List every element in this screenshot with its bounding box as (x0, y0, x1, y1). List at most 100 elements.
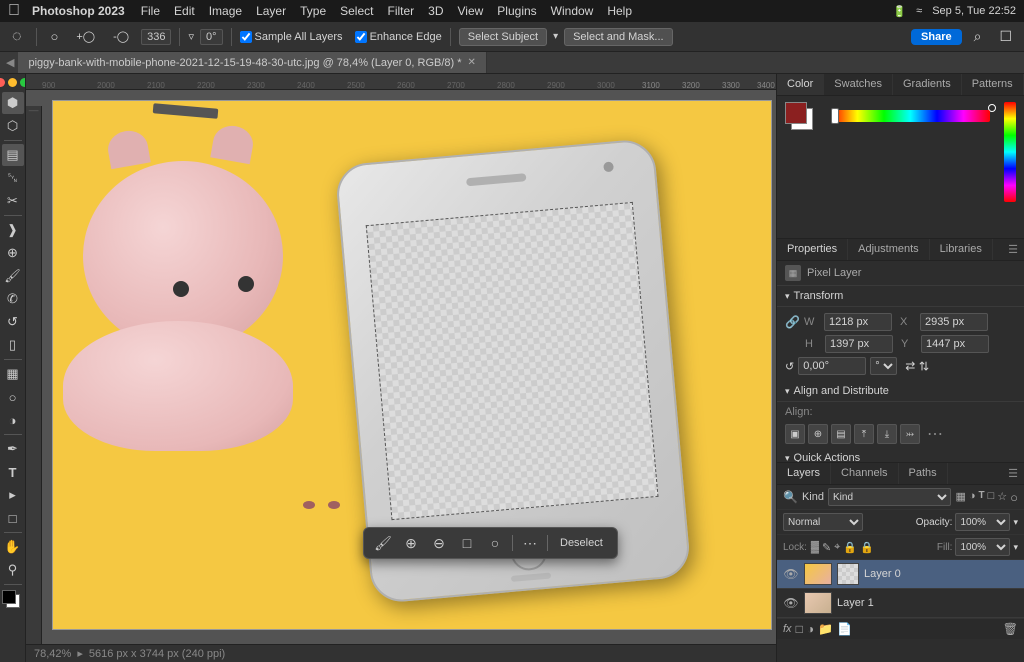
properties-tab[interactable]: Properties (777, 239, 848, 260)
hand-tool[interactable]: ✋ (2, 536, 24, 558)
quick-selection-tool[interactable]: ▤ (2, 144, 24, 166)
close-icon-tab[interactable]: ◀ (6, 56, 14, 69)
layer-1-visibility-icon[interactable]: 👁 (783, 596, 799, 610)
brush-tool[interactable]: 🖌 (2, 265, 24, 287)
healing-brush-tool[interactable]: ⊕ (2, 242, 24, 264)
menu-help[interactable]: Help (607, 4, 632, 18)
align-left-btn[interactable]: ▣ (785, 424, 805, 444)
shape-tool[interactable]: □ (2, 507, 24, 529)
flip-v-icon[interactable]: ⇄ (917, 361, 931, 371)
add-to-selection-btn[interactable]: +◯ (70, 26, 101, 48)
type-tool[interactable]: T (2, 461, 24, 483)
active-document-tab[interactable]: piggy-bank-with-mobile-phone-2021-12-15-… (18, 52, 486, 73)
menu-select[interactable]: Select (340, 4, 373, 18)
patterns-tab[interactable]: Patterns (962, 74, 1024, 95)
blur-tool[interactable]: ○ (2, 386, 24, 408)
opacity-dropdown-icon[interactable]: ▾ (1013, 517, 1018, 528)
select-subject-dropdown[interactable]: ▾ (553, 31, 558, 42)
blend-mode-select[interactable]: Normal (783, 513, 863, 531)
filter-toggle-icon[interactable]: ○ (1010, 490, 1018, 505)
image-canvas[interactable]: 🖌 ⊕ ⊖ □ ○ ⋯ Deselect (52, 100, 772, 630)
fg-bg-colors[interactable] (2, 590, 24, 612)
photoshop-canvas[interactable]: 🖌 ⊕ ⊖ □ ○ ⋯ Deselect (42, 90, 776, 644)
hue-thumb[interactable] (831, 108, 839, 124)
foreground-swatch[interactable] (785, 102, 807, 124)
menu-plugins[interactable]: Plugins (497, 4, 536, 18)
layer-item-1[interactable]: 👁 Layer 1 (777, 589, 1024, 618)
gradient-tool[interactable]: ▦ (2, 363, 24, 385)
new-layer-icon[interactable]: 📄 (837, 622, 852, 636)
quick-actions-header[interactable]: ▾ Quick Actions (777, 448, 1024, 462)
deselect-button[interactable]: Deselect (554, 535, 609, 551)
layer-0-visibility-icon[interactable]: 👁 (783, 567, 799, 581)
align-header[interactable]: ▾ Align and Distribute (777, 381, 1024, 402)
menu-file[interactable]: File (141, 4, 160, 18)
paths-tab[interactable]: Paths (899, 463, 948, 484)
y-input[interactable] (921, 335, 989, 353)
clone-stamp-tool[interactable]: ✆ (2, 288, 24, 310)
enhance-edge-check[interactable]: Enhance Edge (355, 31, 442, 43)
lock-paint-icon[interactable]: ✎ (822, 541, 831, 554)
layers-panel-options-icon[interactable]: ☰ (1002, 463, 1024, 484)
tool-selector[interactable]: ◌ (6, 26, 28, 48)
zoom-tool[interactable]: ⚲ (2, 559, 24, 581)
path-selection-tool[interactable]: ▸ (2, 484, 24, 506)
menu-3d[interactable]: 3D (428, 4, 443, 18)
menu-layer[interactable]: Layer (256, 4, 286, 18)
color-swatches[interactable] (785, 102, 817, 134)
link-chain-icon[interactable]: 🔗 (785, 315, 800, 329)
fx-button[interactable]: fx (783, 623, 792, 635)
select-subject-button[interactable]: Select Subject (459, 28, 547, 46)
rotate-input[interactable] (798, 357, 866, 375)
float-more-btn[interactable]: ⋯ (519, 532, 541, 554)
menu-image[interactable]: Image (209, 4, 242, 18)
transform-header[interactable]: ▾ Transform (777, 286, 1024, 307)
align-right-btn[interactable]: ▤ (831, 424, 851, 444)
opacity-select[interactable]: 100% (955, 513, 1010, 531)
pen-tool[interactable]: ✒ (2, 438, 24, 460)
swatches-tab[interactable]: Swatches (824, 74, 893, 95)
hue-slider[interactable] (831, 110, 990, 122)
lock-position-icon[interactable]: 🔒 (843, 541, 857, 554)
color-tab[interactable]: Color (777, 74, 824, 95)
layer-filter-select[interactable]: Kind (828, 488, 951, 506)
brush-tool-btn[interactable]: ○ (45, 26, 65, 48)
search-button[interactable]: ⌕ (968, 26, 988, 48)
filter-pixel-icon[interactable]: ▦ (955, 490, 965, 505)
eraser-tool[interactable]: ▯ (2, 334, 24, 356)
phone-screen-selection[interactable] (366, 202, 659, 520)
align-center-h-btn[interactable]: ⊕ (808, 424, 828, 444)
menu-edit[interactable]: Edit (174, 4, 195, 18)
lock-artboard-icon[interactable]: ⌖ (834, 541, 840, 554)
menu-window[interactable]: Window (551, 4, 594, 18)
filter-smart-icon[interactable]: ☆ (997, 490, 1007, 505)
apple-menu[interactable]:  (8, 2, 20, 20)
align-bottom-btn[interactable]: ⤔ (900, 424, 920, 444)
layers-tab[interactable]: Layers (777, 463, 831, 484)
height-input[interactable] (825, 335, 893, 353)
layer-item-0[interactable]: 👁 Layer 0 (777, 560, 1024, 589)
rotate-unit-select[interactable]: ° (870, 357, 897, 375)
arrange-button[interactable]: ☐ (993, 26, 1018, 48)
align-more-btn[interactable]: ⋯ (923, 424, 947, 444)
adjustments-tab[interactable]: Adjustments (848, 239, 930, 260)
subtract-selection-btn[interactable]: -◯ (107, 26, 135, 48)
menu-type[interactable]: Type (300, 4, 326, 18)
filter-type-icon[interactable]: T (979, 490, 985, 505)
eyedropper-tool[interactable]: ❱ (2, 219, 24, 241)
history-brush-tool[interactable]: ↺ (2, 311, 24, 333)
dodge-tool[interactable]: ◑ (2, 409, 24, 431)
close-window-btn[interactable] (0, 78, 5, 87)
flip-h-icon[interactable]: ⇄ (905, 359, 915, 373)
adjustment-layer-icon[interactable]: ◑ (807, 622, 814, 636)
float-subtract-btn[interactable]: ⊖ (428, 532, 450, 554)
align-top-btn[interactable]: ⤒ (854, 424, 874, 444)
float-brush-btn[interactable]: 🖌 (372, 532, 394, 554)
color-strip[interactable] (1004, 102, 1016, 202)
lock-checkerboard-icon[interactable]: ▓ (811, 541, 819, 554)
float-intersect-btn[interactable]: □ (456, 532, 478, 554)
delete-layer-icon[interactable]: 🗑 (1003, 622, 1018, 636)
menu-filter[interactable]: Filter (387, 4, 414, 18)
float-add-btn[interactable]: ⊕ (400, 532, 422, 554)
slice-tool[interactable]: ✂ (2, 190, 24, 212)
